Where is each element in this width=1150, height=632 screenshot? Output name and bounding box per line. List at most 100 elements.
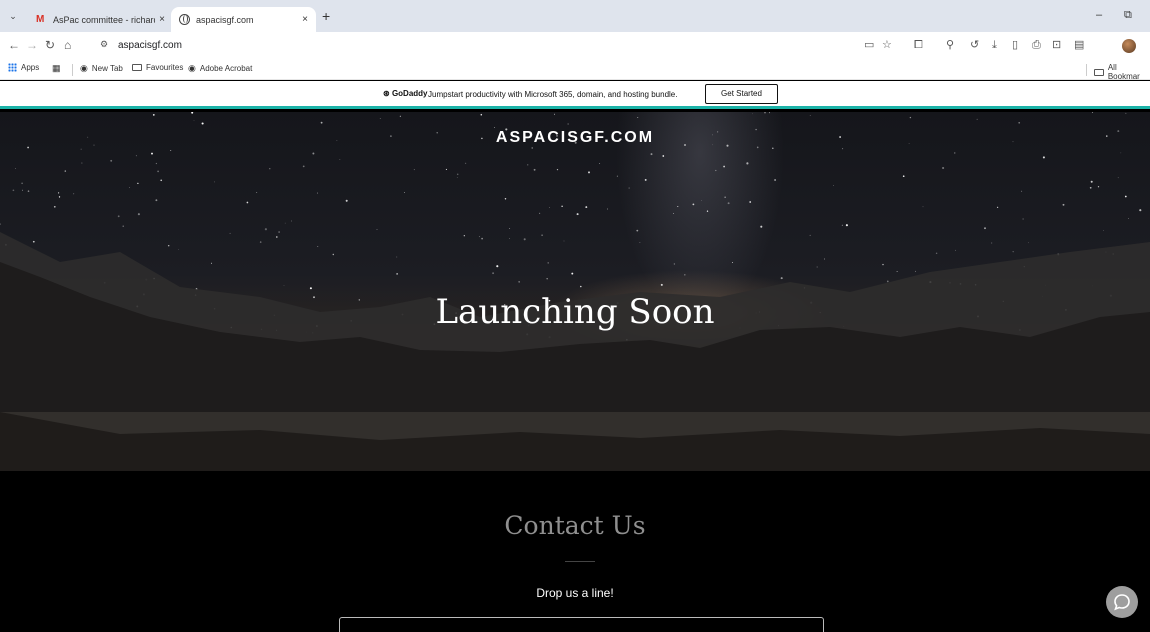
star <box>823 258 826 260</box>
star <box>841 224 843 226</box>
star <box>137 213 140 216</box>
star <box>549 207 551 208</box>
tab-close-icon[interactable]: × <box>302 14 308 25</box>
bookmark-favourites[interactable]: Favourites <box>132 63 183 72</box>
minimize-button[interactable]: – <box>1096 9 1102 21</box>
star <box>379 117 381 119</box>
extensions-icon[interactable]: ⧠ <box>914 39 923 51</box>
star <box>135 155 137 157</box>
star <box>547 262 549 264</box>
bookmark-grid[interactable]: ▦ <box>52 63 65 74</box>
promo-banner: ⊛ GoDaddy Jumpstart productivity with Mi… <box>0 81 1150 109</box>
star <box>58 196 61 198</box>
star <box>760 225 763 228</box>
star <box>155 199 158 202</box>
star <box>278 231 280 233</box>
star <box>21 182 23 185</box>
forward-arrow-icon[interactable]: → <box>26 38 38 52</box>
extension-icon[interactable]: ⚲ <box>946 39 954 51</box>
star <box>749 201 752 203</box>
star <box>152 114 155 116</box>
star <box>1022 218 1024 220</box>
star <box>724 196 726 198</box>
url-text[interactable]: aspacisgf.com <box>118 40 182 51</box>
star <box>160 179 163 182</box>
restore-button[interactable]: ⧉ <box>1124 9 1132 22</box>
star <box>1027 242 1029 244</box>
get-started-button[interactable]: Get Started <box>705 84 778 104</box>
star <box>660 283 663 286</box>
star <box>73 193 75 195</box>
star <box>567 123 569 125</box>
star <box>588 171 590 174</box>
star <box>1012 251 1014 253</box>
star <box>769 112 770 114</box>
star <box>167 244 170 247</box>
cast-icon[interactable]: ▭ <box>864 39 874 51</box>
contact-name-input[interactable] <box>339 617 824 632</box>
star <box>942 166 945 170</box>
reload-icon[interactable]: ↻ <box>45 38 55 52</box>
star <box>291 220 292 222</box>
all-bookmarks[interactable]: All Bookmar <box>1094 63 1150 81</box>
star <box>151 152 153 155</box>
tab-search-chevron-icon[interactable]: ⌄ <box>6 9 20 23</box>
star <box>580 285 582 288</box>
star <box>494 127 495 128</box>
address-bar[interactable]: ⚙ aspacisgf.com <box>96 36 1046 56</box>
bookmark-adobe-acrobat[interactable]: ◉ Adobe Acrobat <box>188 63 252 74</box>
star <box>0 223 1 225</box>
banner-text: Jumpstart productivity with Microsoft 36… <box>428 90 678 99</box>
bookmark-new-tab[interactable]: ◉ New Tab <box>80 63 123 74</box>
star <box>922 206 924 208</box>
screenshot-icon[interactable]: ⊡ <box>1052 39 1061 51</box>
back-arrow-icon[interactable]: ← <box>8 38 20 52</box>
star <box>27 190 30 192</box>
star <box>213 181 215 183</box>
globe-icon <box>179 14 190 25</box>
star <box>909 116 912 119</box>
star <box>531 147 533 149</box>
star <box>463 235 465 237</box>
chat-button[interactable] <box>1106 586 1138 618</box>
history-icon[interactable]: ↺ <box>970 39 979 51</box>
site-info-icon[interactable]: ⚙ <box>100 39 108 50</box>
print-icon[interactable]: ⎙ <box>1032 39 1041 51</box>
tab-gmail[interactable]: M AsPac committee - richard.stu × <box>28 7 173 32</box>
star <box>563 240 565 242</box>
star <box>22 189 23 191</box>
star <box>882 263 884 266</box>
home-icon[interactable]: ⌂ <box>64 38 71 52</box>
new-tab-button[interactable]: + <box>322 9 330 23</box>
star <box>984 227 986 230</box>
star <box>259 241 262 243</box>
star <box>456 177 458 178</box>
star <box>58 192 60 194</box>
star <box>275 236 278 238</box>
star <box>1139 209 1142 212</box>
star <box>81 162 83 164</box>
star <box>269 168 271 170</box>
translate-icon[interactable]: ▤ <box>1074 39 1084 51</box>
tab-aspacisgf[interactable]: aspacisgf.com × <box>171 7 316 32</box>
star <box>816 266 818 268</box>
star <box>320 121 323 124</box>
download-icon[interactable]: ⤓ <box>992 39 997 51</box>
star <box>193 120 195 121</box>
star <box>283 285 285 286</box>
star <box>157 170 159 173</box>
bookmark-apps[interactable]: Apps <box>8 63 39 72</box>
tab-close-icon[interactable]: × <box>159 14 165 25</box>
star <box>571 272 574 275</box>
star <box>445 168 447 170</box>
star <box>53 205 56 208</box>
bookmark-separator <box>1086 64 1087 76</box>
star <box>345 199 348 202</box>
star <box>723 165 726 168</box>
bookmark-star-icon[interactable]: ☆ <box>882 39 892 51</box>
star <box>396 256 398 258</box>
profile-avatar[interactable] <box>1122 39 1136 53</box>
site-name[interactable]: ASPACISGF.COM <box>0 129 1150 147</box>
delete-icon[interactable]: ▯ <box>1012 39 1018 51</box>
star <box>976 118 978 120</box>
